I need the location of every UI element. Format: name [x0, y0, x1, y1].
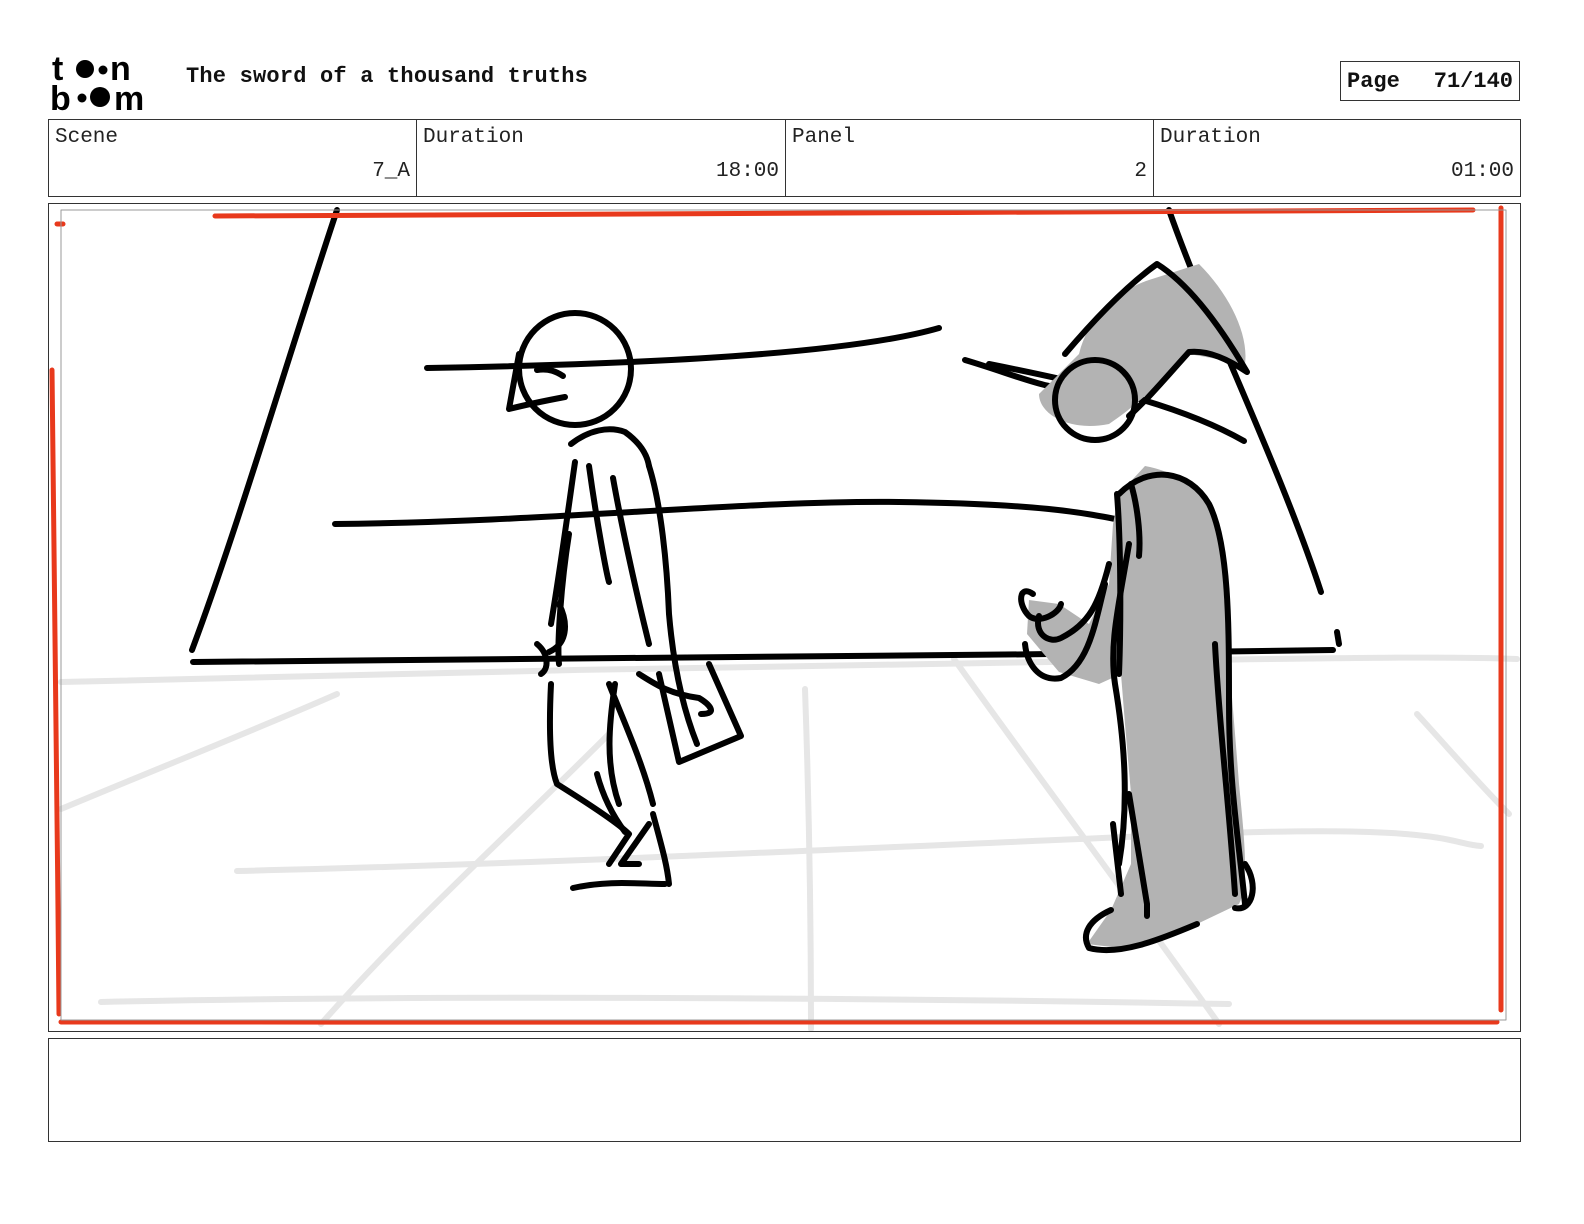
- panel-notes: [48, 1038, 1521, 1142]
- svg-text:m: m: [114, 80, 144, 114]
- page-label: Page: [1347, 68, 1400, 94]
- svg-text:b: b: [50, 80, 71, 114]
- storyboard-title: The sword of a thousand truths: [186, 64, 589, 89]
- panel-duration-label: Duration: [1160, 126, 1261, 149]
- inner-frame: [60, 209, 1507, 1021]
- safe-frame-lines: [49, 205, 1505, 1025]
- scene-label: Scene: [55, 126, 119, 149]
- toon-boom-logo: t n b m: [50, 50, 166, 118]
- scene-duration-cell: Duration 18:00: [417, 120, 786, 196]
- page-indicator: Page 71/140: [1340, 61, 1520, 101]
- scene-duration-value: 18:00: [715, 160, 779, 183]
- scene-cell: Scene 7_A: [49, 120, 417, 196]
- page-value: 71/140: [1433, 68, 1513, 94]
- right-character-sketch: [1018, 261, 1256, 954]
- panel-duration-cell: Duration 01:00: [1154, 120, 1520, 196]
- panel-duration-value: 01:00: [1450, 160, 1514, 183]
- panel-value: 2: [1134, 160, 1147, 183]
- panel-cell: Panel 2: [786, 120, 1154, 196]
- floor-grid-lines: [58, 654, 1520, 1031]
- panel-info-table: Scene 7_A Duration 18:00 Panel 2 Duratio…: [48, 119, 1521, 197]
- storyboard-panel: [48, 203, 1521, 1032]
- scene-duration-label: Duration: [423, 126, 524, 149]
- panel-label: Panel: [792, 126, 856, 149]
- panel-sketch: [49, 205, 1520, 1031]
- scene-value: 7_A: [372, 160, 410, 183]
